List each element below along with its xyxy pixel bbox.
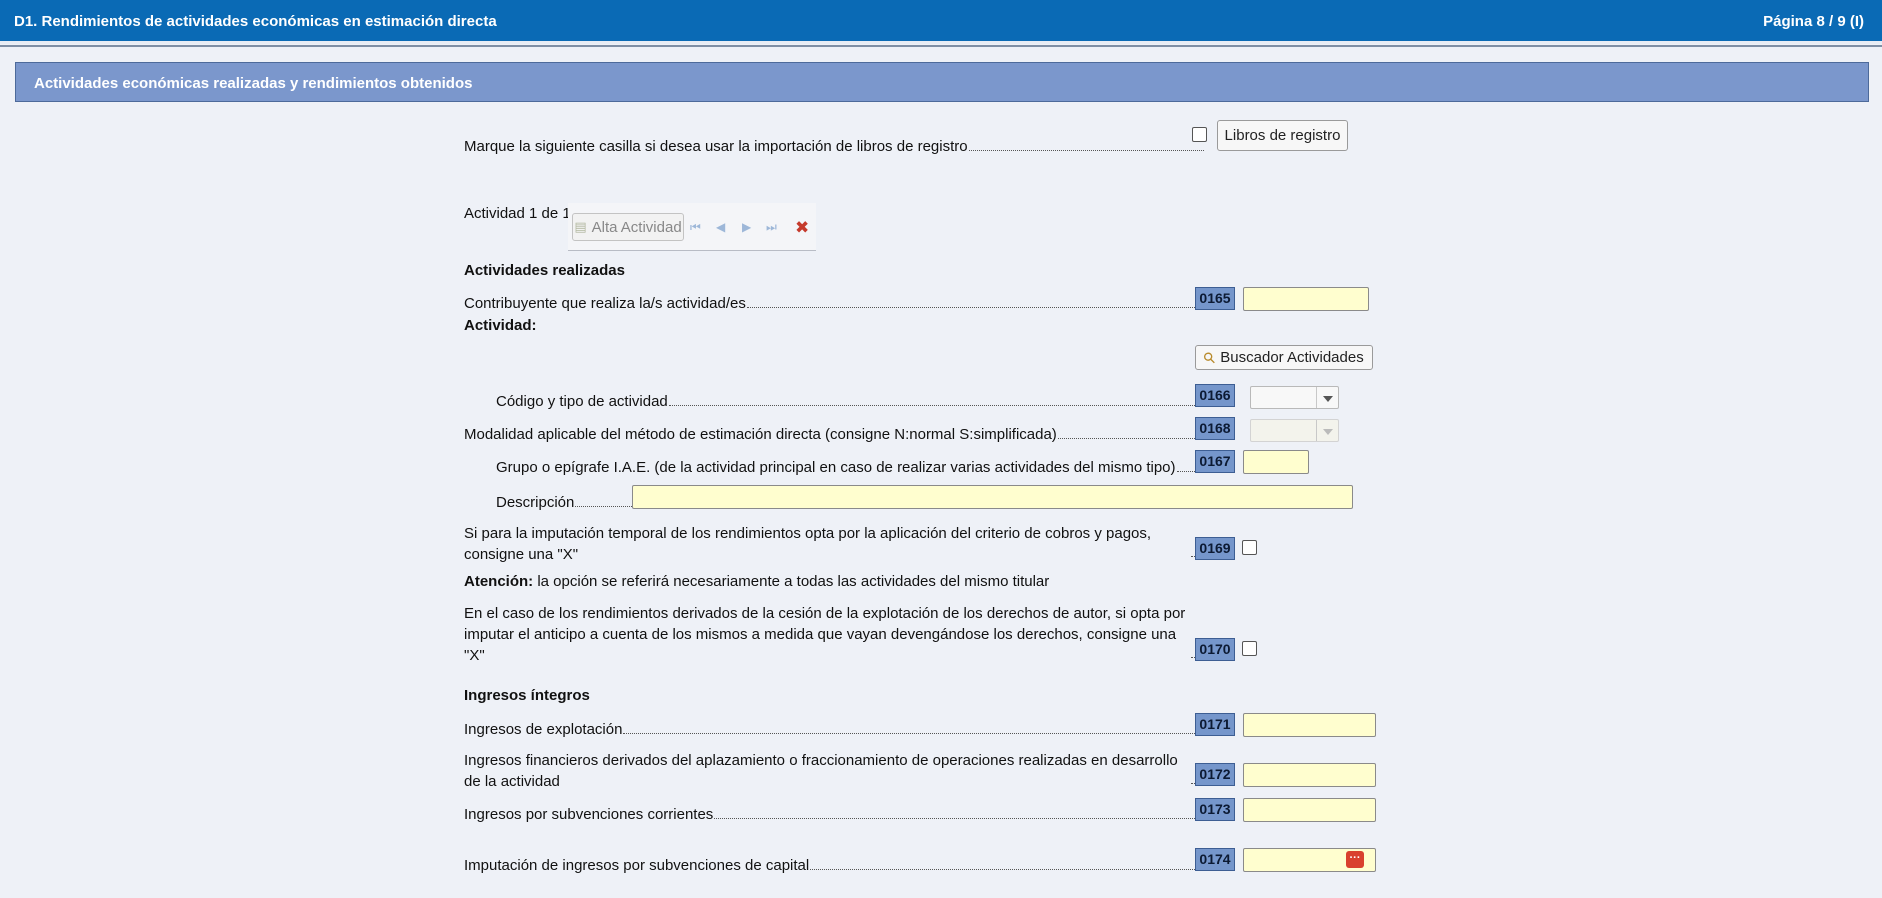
financieros-input[interactable] — [1243, 763, 1376, 787]
page-title: D1. Rendimientos de actividades económic… — [14, 13, 497, 30]
leader-dots — [968, 150, 1204, 151]
codigo-row: Código y tipo de actividad — [496, 393, 1201, 410]
libros-label: Marque la siguiente casilla si desea usa… — [464, 138, 968, 155]
libros-checkbox[interactable] — [1192, 127, 1207, 142]
grupo-label: Grupo o epígrafe I.A.E. (de la actividad… — [496, 459, 1176, 476]
leader-dots — [623, 733, 1201, 734]
grupo-input[interactable] — [1243, 450, 1309, 474]
box-code-0171: 0171 — [1195, 713, 1235, 736]
contribuyente-input[interactable] — [1243, 287, 1369, 311]
explotacion-input[interactable] — [1243, 713, 1376, 737]
activity-toolbar: ▤ Alta Actividad ⏮ ◀ ▶ ⏭ ✖ — [568, 203, 816, 251]
modalidad-label: Modalidad aplicable del método de estima… — [464, 426, 1057, 443]
box-code-0174: 0174 — [1195, 848, 1235, 871]
alta-actividad-label: Alta Actividad — [591, 218, 682, 236]
box-code-0166: 0166 — [1195, 384, 1235, 407]
subv-corr-label: Ingresos por subvenciones corrientes — [464, 806, 714, 823]
modalidad-row: Modalidad aplicable del método de estima… — [464, 426, 1201, 443]
libros-row: Marque la siguiente casilla si desea usa… — [464, 138, 1204, 155]
actividad-heading: Actividad: — [464, 317, 537, 334]
search-icon: ⚲ — [1200, 347, 1221, 368]
box-code-0169: 0169 — [1195, 537, 1235, 560]
section-title: Actividades económicas realizadas y rend… — [15, 62, 1869, 102]
descripcion-input[interactable] — [632, 485, 1353, 509]
cobros-line: consigne una "X" — [464, 546, 579, 563]
add-document-icon: ▤ — [574, 219, 587, 234]
subv-corr-row: Ingresos por subvenciones corrientes — [464, 806, 1201, 823]
grupo-row: Grupo o epígrafe I.A.E. (de la actividad… — [496, 459, 1203, 476]
buscador-actividades-button[interactable]: ⚲ Buscador Actividades — [1195, 345, 1373, 370]
autor-line: En el caso de los rendimientos derivados… — [464, 605, 1186, 622]
leader-dots — [668, 405, 1201, 406]
box-code-0167: 0167 — [1195, 450, 1235, 473]
box-code-0172: 0172 — [1195, 763, 1235, 786]
box-code-0165: 0165 — [1195, 287, 1235, 310]
alta-actividad-button[interactable]: ▤ Alta Actividad — [572, 213, 684, 241]
subv-corr-input[interactable] — [1243, 798, 1376, 822]
cobros-checkbox[interactable] — [1242, 540, 1257, 555]
autor-line: "X" — [464, 647, 485, 664]
activity-counter: Actividad 1 de 1 — [464, 205, 571, 222]
cobros-line: Si para la imputación temporal de los re… — [464, 525, 1152, 542]
leader-dots — [1057, 438, 1201, 439]
box-code-0173: 0173 — [1195, 798, 1235, 821]
realizadas-heading: Actividades realizadas — [464, 262, 625, 279]
contribuyente-label: Contribuyente que realiza la/s actividad… — [464, 295, 746, 312]
first-record-icon[interactable]: ⏮ — [690, 220, 701, 235]
chevron-down-icon — [1316, 420, 1338, 441]
ellipsis-icon[interactable]: ··· — [1346, 851, 1364, 868]
financieros-text: Ingresos financieros derivados del aplaz… — [464, 750, 1194, 792]
buscador-actividades-label: Buscador Actividades — [1220, 349, 1364, 366]
atencion-text: la opción se referirá necesariamente a t… — [533, 573, 1050, 590]
financieros-line: de la actividad — [464, 773, 560, 790]
explotacion-row: Ingresos de explotación — [464, 721, 1201, 738]
box-code-0168: 0168 — [1195, 417, 1235, 440]
autor-line: imputar el anticipo a cuenta de los mism… — [464, 626, 1177, 643]
descripcion-row: Descripción — [496, 494, 636, 511]
libros-registro-button[interactable]: Libros de registro — [1217, 120, 1348, 151]
page-indicator: Página 8 / 9 (I) — [1763, 13, 1864, 30]
next-record-icon[interactable]: ▶ — [742, 220, 751, 234]
leader-dots — [810, 869, 1201, 870]
atencion-bold: Atención: — [464, 573, 534, 590]
chevron-down-icon — [1316, 387, 1338, 408]
leader-dots — [714, 818, 1201, 819]
contribuyente-row: Contribuyente que realiza la/s actividad… — [464, 295, 1201, 312]
subv-cap-row: Imputación de ingresos por subvenciones … — [464, 857, 1201, 874]
libros-registro-label: Libros de registro — [1224, 127, 1341, 144]
delete-icon[interactable]: ✖ — [795, 218, 809, 238]
autor-checkbox[interactable] — [1242, 641, 1257, 656]
autor-text: En el caso de los rendimientos derivados… — [464, 603, 1194, 666]
descripcion-label: Descripción — [496, 494, 575, 511]
page-header: D1. Rendimientos de actividades económic… — [0, 0, 1882, 44]
header-divider — [0, 45, 1882, 47]
financieros-line: Ingresos financieros derivados del aplaz… — [464, 752, 1178, 769]
leader-dots — [746, 307, 1201, 308]
atencion-note: Atención: la opción se referirá necesari… — [464, 573, 1049, 590]
ingresos-heading: Ingresos íntegros — [464, 687, 590, 704]
cobros-text: Si para la imputación temporal de los re… — [464, 523, 1194, 565]
codigo-label: Código y tipo de actividad — [496, 393, 668, 410]
box-code-0170: 0170 — [1195, 638, 1235, 661]
codigo-select[interactable] — [1250, 386, 1339, 409]
previous-record-icon[interactable]: ◀ — [716, 220, 725, 234]
modalidad-select[interactable] — [1250, 419, 1339, 442]
explotacion-label: Ingresos de explotación — [464, 721, 623, 738]
last-record-icon[interactable]: ⏭ — [766, 220, 777, 235]
leader-dots — [575, 506, 636, 507]
subv-cap-label: Imputación de ingresos por subvenciones … — [464, 857, 810, 874]
